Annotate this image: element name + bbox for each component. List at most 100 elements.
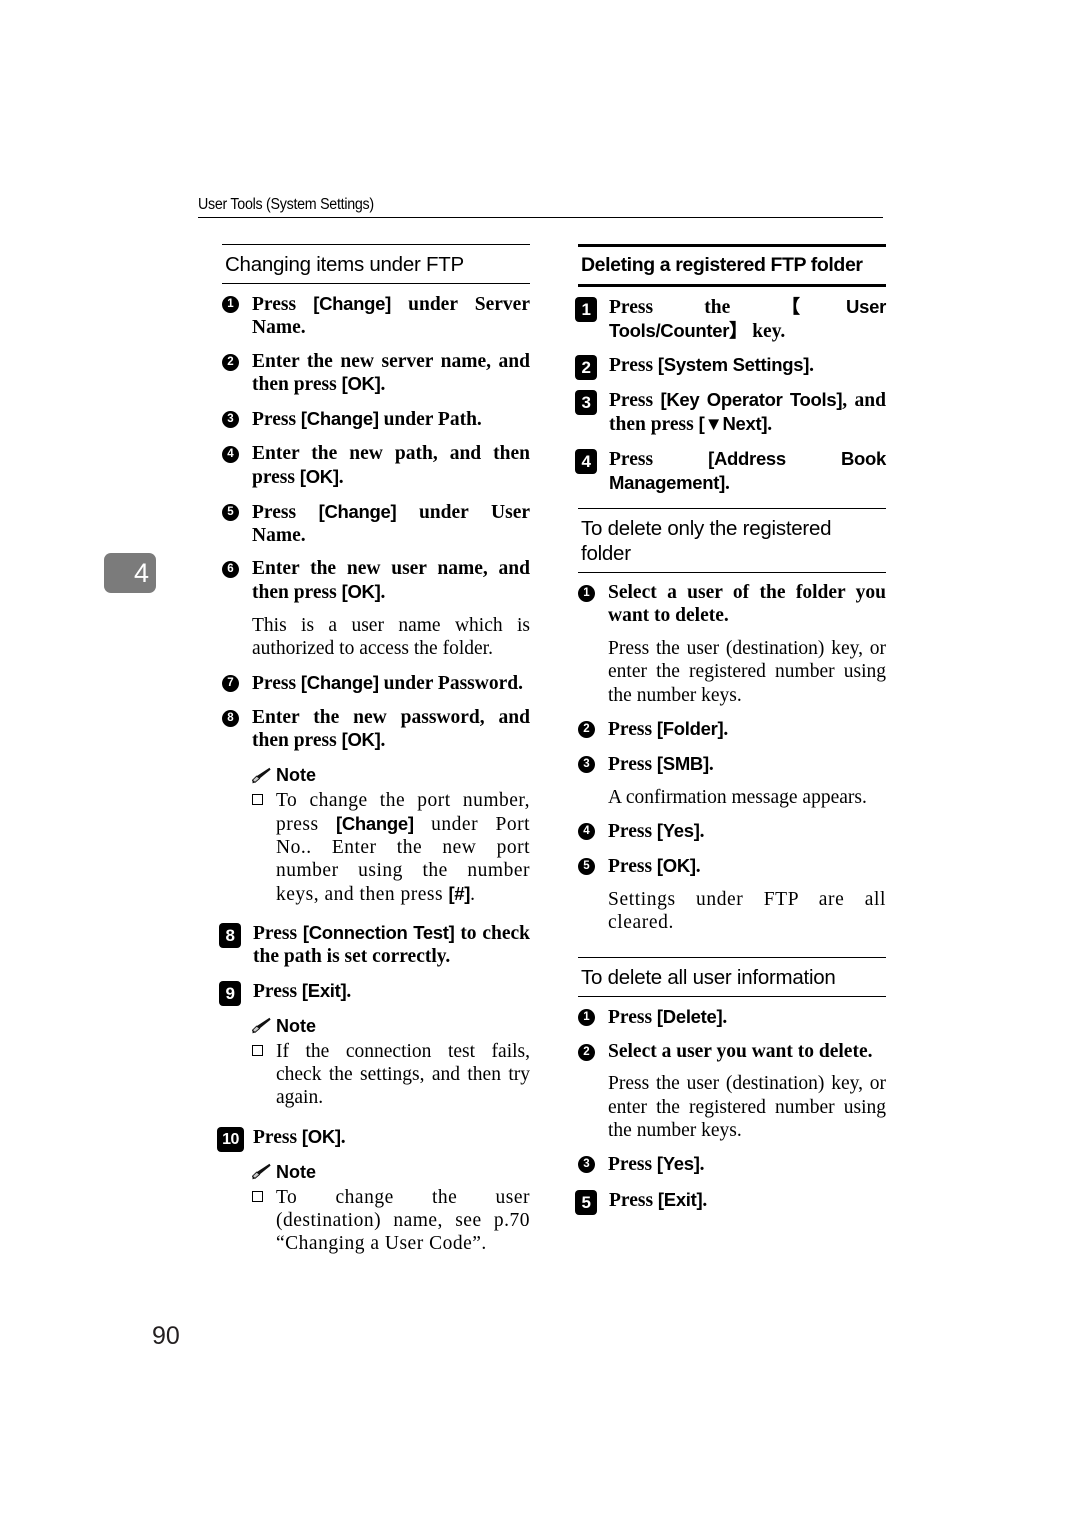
note-item: To change the user (destination) name, s… bbox=[252, 1186, 530, 1256]
step-text: Select a user you want to delete. bbox=[608, 1040, 873, 1062]
note-item: To change the port number, press [Change… bbox=[252, 789, 530, 906]
left-column: Changing items under FTP 1 Press [Change]… bbox=[217, 244, 530, 1256]
step-marker: 9 bbox=[219, 980, 241, 1006]
step-1: 1 Press [Delete]. bbox=[578, 1006, 886, 1030]
step-marker: 3 bbox=[222, 411, 239, 429]
body-text-select-user-2: Press the user (destination) key, or ent… bbox=[608, 1073, 886, 1142]
step-3: 3 Press [SMB]. bbox=[578, 753, 886, 777]
step-marker: 4 bbox=[222, 446, 239, 464]
step-text: Press [SMB]. bbox=[608, 753, 714, 776]
chapter-tab-number: 4 bbox=[133, 557, 149, 588]
section-heading-deleting-folder: Deleting a registered FTP folder bbox=[578, 244, 886, 287]
step-marker: 5 bbox=[578, 858, 595, 876]
subsection-heading-delete-all-users: To delete all user information bbox=[578, 956, 886, 997]
step-9-main: 9 Press [Exit]. bbox=[219, 979, 530, 1006]
square-bullet-icon bbox=[252, 794, 263, 806]
sub2-step-list-a: 1 Press [Delete]. 2 Select a user you want … bbox=[578, 1006, 886, 1064]
step-4: 4 Enter the new path, and then press [OK]… bbox=[222, 443, 530, 490]
step-6: 6 Enter the new user name, and then press… bbox=[222, 558, 530, 605]
step-marker: 1 bbox=[222, 296, 239, 313]
step-text: Press [Exit]. bbox=[609, 1189, 708, 1212]
running-header-text: User Tools (System Settings) bbox=[198, 196, 374, 213]
note-item-text: To change the port number, press [Change… bbox=[276, 790, 531, 905]
step-text: Press the 【User Tools/Counter】 key. bbox=[609, 295, 886, 342]
step-text: Press [Exit]. bbox=[253, 979, 352, 1002]
step-marker: 2 bbox=[578, 721, 595, 739]
step-4: 4 Press [Yes]. bbox=[578, 820, 886, 844]
step-text: Press [OK]. bbox=[253, 1125, 346, 1148]
step-marker: 4 bbox=[575, 448, 597, 474]
step-marker: 1 bbox=[575, 296, 597, 322]
step-marker: 7 bbox=[222, 674, 239, 692]
step-8-main: 8 Press [Connection Test] to check the p… bbox=[219, 922, 530, 969]
step-marker: 2 bbox=[222, 353, 239, 371]
step-text: Enter the new password, and then press [… bbox=[252, 706, 530, 752]
step-text: Enter the new path, and then press [OK]. bbox=[252, 443, 530, 488]
step-marker: 2 bbox=[575, 355, 597, 381]
step-8-sub: 8 Enter the new password, and then press… bbox=[222, 707, 530, 754]
step-5: 5 Press [OK]. bbox=[578, 855, 886, 879]
note-title: Note bbox=[251, 1015, 530, 1036]
right-step-list-main: 1 Press the 【User Tools/Counter】 key. 2 Pre… bbox=[575, 295, 886, 496]
step-text: Press [OK]. bbox=[608, 855, 701, 878]
note-title: Note bbox=[251, 1163, 530, 1181]
step-3: 3 Press [Yes]. bbox=[578, 1153, 886, 1177]
note-block-port-number: Note To change the port number, press [C… bbox=[222, 766, 530, 906]
body-text-select-user-1: Press the user (destination) key, or ent… bbox=[608, 638, 886, 706]
note-item-text: To change the user (destination) name, s… bbox=[276, 1186, 530, 1255]
step-marker: 5 bbox=[575, 1190, 597, 1216]
step-10-main: 10 Press [OK]. bbox=[217, 1125, 530, 1152]
body-text-confirmation: A confirmation message appears. bbox=[608, 786, 867, 808]
step-text: Press [Address Book Management]. bbox=[609, 447, 886, 494]
note-block-user-code: Note To change the user (destination) na… bbox=[222, 1163, 530, 1256]
note-item-list: To change the port number, press [Change… bbox=[252, 789, 530, 906]
note-title-text: Note bbox=[276, 765, 316, 786]
step-text: Select a user of the folder you want to … bbox=[608, 582, 886, 627]
step-marker: 5 bbox=[222, 503, 239, 521]
step-1: 1 Select a user of the folder you want to… bbox=[578, 582, 886, 628]
step-1: 1 Press the 【User Tools/Counter】 key. bbox=[575, 295, 886, 344]
step-2: 2 Enter the new server name, and then pre… bbox=[222, 351, 530, 398]
step-marker: 4 bbox=[578, 823, 595, 841]
note-item: If the connection test fails, check the … bbox=[252, 1040, 530, 1110]
note-title-text: Note bbox=[276, 1015, 316, 1036]
step-marker: 8 bbox=[219, 923, 241, 949]
section-heading-text: Changing items under FTP bbox=[225, 253, 464, 276]
step-text: Press [Delete]. bbox=[608, 1005, 728, 1028]
body-text-user-name-note: This is a user name which is authorized … bbox=[252, 614, 530, 660]
sub1-step-list-b: 2 Press [Folder]. 3 Press [SMB]. bbox=[578, 718, 886, 777]
square-bullet-icon bbox=[252, 1044, 263, 1056]
step-1: 1 Press [Change] under Server Name. bbox=[222, 293, 530, 340]
step-7: 7 Press [Change] under Password. bbox=[222, 672, 530, 696]
step-text: Enter the new server name, and then pres… bbox=[252, 350, 530, 396]
step-2: 2 Press [System Settings]. bbox=[575, 354, 886, 381]
step-text: Press [Change] under User Name. bbox=[252, 500, 530, 546]
square-bullet-icon bbox=[252, 1190, 263, 1202]
step-text: Press [Change] under Path. bbox=[252, 408, 482, 431]
step-text: Press [Change] under Password. bbox=[252, 671, 523, 694]
step-marker: 8 bbox=[222, 709, 239, 727]
section-heading-text: Deleting a registered FTP folder bbox=[581, 254, 863, 276]
step-marker: 10 bbox=[217, 1126, 244, 1152]
body-text-settings-cleared: Settings under FTP are all cleared. bbox=[608, 888, 886, 934]
pencil-icon bbox=[251, 767, 271, 784]
chapter-tab: 4 bbox=[104, 553, 156, 593]
step-marker: 3 bbox=[575, 390, 597, 416]
sub1-step-list-a: 1 Select a user of the folder you want to… bbox=[578, 582, 886, 628]
step-marker: 3 bbox=[578, 756, 595, 774]
header-divider bbox=[198, 216, 883, 218]
step-marker: 1 bbox=[578, 1008, 595, 1026]
step-2: 2 Select a user you want to delete. bbox=[578, 1041, 886, 1064]
step-2: 2 Press [Folder]. bbox=[578, 718, 886, 742]
step-4: 4 Press [Address Book Management]. bbox=[575, 447, 886, 496]
subsection-heading-text: To delete only the registered folder bbox=[581, 517, 832, 566]
subsection-heading-delete-folder: To delete only the registered folder bbox=[578, 508, 886, 574]
step-3: 3 Press [Change] under Path. bbox=[222, 408, 530, 432]
step-text: Press [Folder]. bbox=[608, 718, 729, 741]
step-text: Enter the new user name, and then press … bbox=[252, 558, 530, 604]
step-5-main: 5 Press [Exit]. bbox=[575, 1189, 886, 1216]
pencil-icon bbox=[251, 1163, 271, 1180]
step-marker: 1 bbox=[578, 585, 595, 603]
heading-rule-bottom bbox=[578, 283, 886, 287]
note-block-connection-test: Note If the connection test fails, check… bbox=[222, 1017, 530, 1110]
